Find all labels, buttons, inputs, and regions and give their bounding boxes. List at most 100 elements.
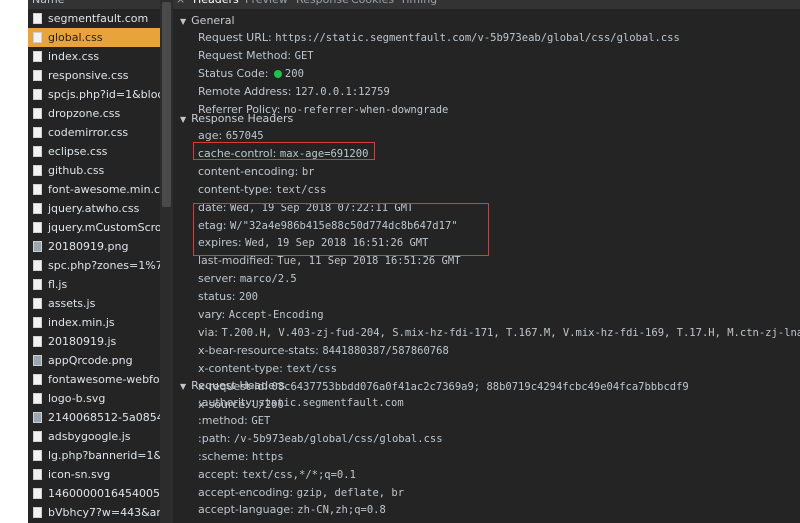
request-list-item[interactable]: jquery.atwho.css [28,199,160,218]
request-list-item[interactable]: lg.php?bannerid=1&ca... [28,446,160,465]
document-file-icon [33,146,42,157]
header-key: :authority: [198,396,255,409]
response-headers-section-header[interactable]: ▼ Response Headers [180,111,293,127]
request-list-item[interactable]: index.css [28,47,160,66]
request-header-row: :scheme: https [198,448,284,466]
tab-cookies[interactable]: Cookies [351,0,394,9]
header-value: https [251,450,284,463]
general-header-row: Remote Address: 127.0.0.1:12759 [198,83,390,101]
request-list-item[interactable]: spc.php?zones=1%7C2... [28,256,160,275]
header-value: zh-CN,zh;q=0.8 [297,504,386,517]
header-key: x-content-type: [198,361,283,375]
document-file-icon [33,13,42,24]
request-list-item[interactable]: logo-b.svg [28,389,160,408]
document-file-icon [33,32,42,43]
request-list-item[interactable]: eclipse.css [28,142,160,161]
request-name: bVbhcy7?w=443&amp;... [48,506,160,519]
document-file-icon [33,222,42,233]
request-name: 20180919.png [48,240,129,253]
image-file-icon [33,241,42,252]
request-list-item[interactable]: icon-sn.svg [28,465,160,484]
request-name: segmentfault.com [48,12,149,25]
request-name: eclipse.css [48,145,108,158]
request-list-item[interactable]: 2140068512-5a0854f62... [28,408,160,427]
request-list-item[interactable]: 20180919.js [28,332,160,351]
request-name: jquery.atwho.css [48,202,140,215]
request-list-item[interactable]: dropzone.css [28,104,160,123]
document-file-icon [33,51,42,62]
header-value: text/css [286,362,337,375]
header-key: vary: [198,308,226,321]
header-key: age: [198,129,223,142]
request-name: spc.php?zones=1%7C2... [48,259,160,272]
header-value: text/css,*/*;q=0.1 [242,468,356,481]
response-header-row: vary: Accept-Encoding [198,306,324,324]
tab-response[interactable]: Response [296,0,349,9]
document-file-icon [33,507,42,518]
request-name: logo-b.svg [48,392,106,405]
request-list-item[interactable]: fl.js [28,275,160,294]
request-name: fontawesome-webfont... [48,373,160,386]
request-name: responsive.css [48,69,129,82]
request-list-item[interactable]: 20180919.png [28,237,160,256]
request-list-item[interactable]: adsbygoogle.js [28,427,160,446]
header-key: accept-encoding: [198,485,294,499]
close-icon[interactable]: × [176,0,185,9]
image-file-icon [33,355,42,366]
document-file-icon [33,165,42,176]
document-file-icon [33,184,42,195]
request-name: adsbygoogle.js [48,430,131,443]
general-section-header[interactable]: ▼ General [180,13,235,29]
request-list-item[interactable]: codemirror.css [28,123,160,142]
header-key: Request URL: [198,31,272,44]
header-key: accept-language: [198,503,294,517]
request-headers-section-header[interactable]: ▼ Request Headers [180,378,285,394]
document-file-icon [33,70,42,81]
request-name: 20180919.js [48,335,117,348]
request-list-item[interactable]: index.min.js [28,313,160,332]
document-file-icon [33,336,42,347]
request-list-item[interactable]: segmentfault.com [28,9,160,28]
document-file-icon [33,127,42,138]
header-value: GET [251,414,271,427]
request-name: font-awesome.min.css [48,183,160,196]
request-list-item[interactable]: assets.js [28,294,160,313]
expand-triangle-icon: ▼ [180,17,187,26]
header-value: https://static.segmentfault.com/v-5b973e… [275,32,680,44]
tab-preview[interactable]: Preview [245,0,288,9]
header-value: br [301,165,315,178]
request-list-item[interactable]: jquery.mCustomScrollba... [28,218,160,237]
document-file-icon [33,108,42,119]
header-value: Accept-Encoding [228,309,324,321]
request-list-item[interactable]: responsive.css [28,66,160,85]
request-name: spcjs.php?id=1&block... [48,88,160,101]
request-list-item[interactable]: global.css [28,28,160,47]
scroll-thumb[interactable] [162,2,171,207]
header-value: 127.0.0.1:12759 [294,85,390,98]
request-list-item[interactable]: font-awesome.min.css [28,180,160,199]
request-list-item[interactable]: fontawesome-webfont... [28,370,160,389]
request-list-item[interactable]: 1460000016454005 [28,484,160,503]
request-name: appQrcode.png [48,354,133,367]
request-list-item[interactable]: bVbhcy7?w=443&amp;... [28,503,160,522]
request-header-row: accept-encoding: gzip, deflate, br [198,484,404,502]
header-key: server: [198,272,237,286]
sidebar-scrollbar[interactable] [160,0,173,523]
response-header-row: via: T.200.H, V.403-zj-fud-204, S.mix-hz… [198,324,800,342]
header-value: 08c6437753bbdd076a0f41ac2c7369a9; 88b071… [271,380,689,393]
request-name: index.css [48,50,100,63]
header-value: gzip, deflate, br [296,486,405,499]
request-list-item[interactable]: appQrcode.png [28,351,160,370]
expand-triangle-icon: ▼ [180,382,187,391]
request-list-item[interactable]: github.css [28,161,160,180]
header-value: no-referrer-when-downgrade [284,103,449,116]
tab-timing[interactable]: Timing [400,0,437,9]
highlight-box-cache-control [193,142,375,160]
header-value: GET [294,49,314,62]
name-column-header[interactable]: Name [28,0,173,9]
request-name: github.css [48,164,105,177]
request-list-item[interactable]: spcjs.php?id=1&block... [28,85,160,104]
tab-headers[interactable]: Headers [193,0,239,9]
request-header-row: accept: text/css,*/*;q=0.1 [198,466,356,484]
expand-triangle-icon: ▼ [180,115,187,124]
